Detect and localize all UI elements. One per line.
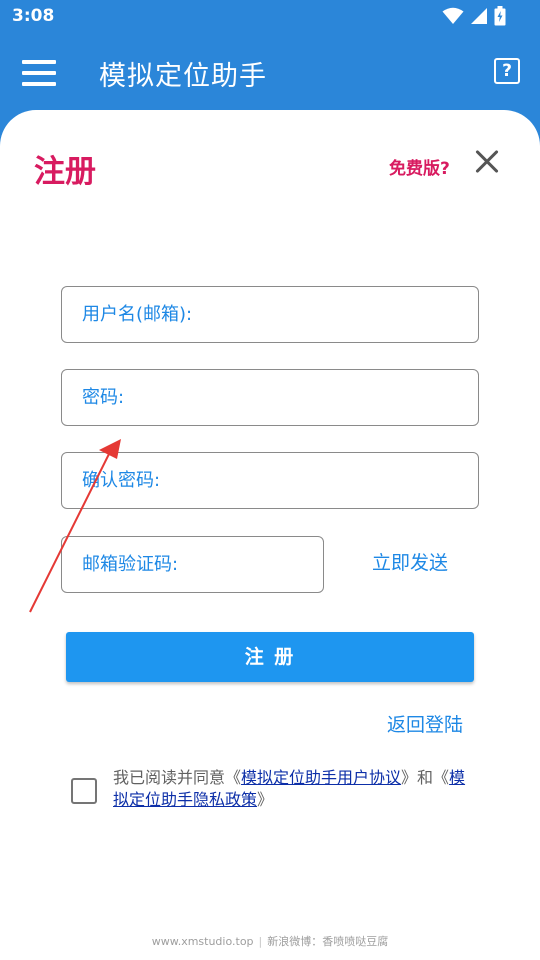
register-button[interactable]: 注 册	[66, 632, 474, 682]
footer-separator: |	[258, 935, 263, 948]
back-to-login-link[interactable]: 返回登陆	[387, 710, 463, 737]
signal-icon	[471, 8, 487, 24]
status-icons	[442, 6, 506, 26]
password-field	[61, 369, 479, 426]
footer-weibo: 新浪微博：香喷喷哒豆腐	[267, 935, 389, 948]
status-bar: 3:08	[0, 0, 540, 36]
agreement-text: 我已阅读并同意《模拟定位助手用户协议》和《模拟定位助手隐私政策》	[113, 767, 473, 811]
email-code-input[interactable]	[62, 537, 323, 592]
password-input[interactable]	[62, 370, 478, 425]
help-icon[interactable]: ?	[494, 58, 520, 84]
send-code-button[interactable]: 立即发送	[372, 548, 448, 575]
app-title: 模拟定位助手	[99, 61, 267, 92]
register-sheet: 注册 免费版? 立即发送 注 册 返回登陆 我已阅读并同意《模拟定位助手用户协议…	[0, 110, 540, 960]
app-bar: 模拟定位助手 ?	[0, 36, 540, 110]
close-icon[interactable]	[473, 148, 501, 176]
status-time: 3:08	[12, 6, 55, 26]
footer-site: www.xmstudio.top	[151, 935, 254, 948]
agreement-prefix: 我已阅读并同意《	[113, 768, 242, 787]
free-version-link[interactable]: 免费版?	[389, 154, 450, 179]
email-code-field	[61, 536, 324, 593]
agreement-suffix: 》	[257, 790, 274, 809]
app-screen: 3:08 模拟定位助手 ? 注册 免费版? 用户名(邮箱): 邮箱验证码: 立即…	[0, 0, 540, 960]
username-field	[61, 286, 479, 343]
user-agreement-link[interactable]: 模拟定位助手用户协议	[241, 768, 401, 787]
agreement-middle: 》和《	[401, 768, 450, 787]
agreement-checkbox[interactable]	[71, 778, 97, 804]
username-input[interactable]	[62, 287, 478, 342]
page-title: 注册	[34, 154, 96, 190]
battery-icon	[494, 6, 506, 26]
footer: www.xmstudio.top | 新浪微博：香喷喷哒豆腐	[0, 933, 540, 949]
confirm-password-field	[61, 452, 479, 509]
menu-icon[interactable]	[22, 60, 56, 86]
confirm-password-input[interactable]	[62, 453, 478, 508]
wifi-icon	[442, 7, 464, 24]
